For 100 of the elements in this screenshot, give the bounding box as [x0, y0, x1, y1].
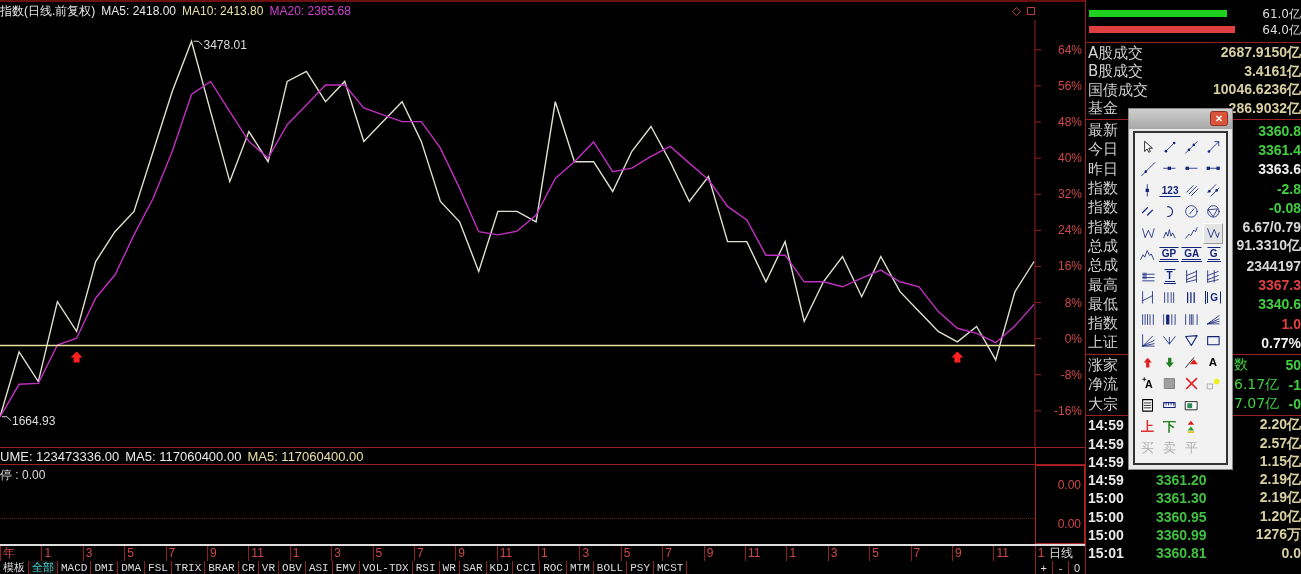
- drawing-tool-button[interactable]: GP: [1158, 247, 1180, 263]
- v-zigzag-icon: [1205, 227, 1221, 240]
- long-line-icon: [1139, 160, 1157, 177]
- row-label: 最高: [1087, 275, 1118, 295]
- tick-price: 3360.81: [1156, 545, 1208, 562]
- w-wave-icon: [1140, 227, 1156, 240]
- indicator-tab[interactable]: MTM: [567, 561, 594, 574]
- row-value: 10046.6236亿: [1213, 81, 1301, 100]
- drawing-tool-button[interactable]: G: [1206, 247, 1221, 263]
- row-label: 基金: [1087, 99, 1118, 119]
- dash-lines-icon: [1141, 206, 1155, 218]
- row-label: 国债成交: [1087, 80, 1148, 100]
- volume-value: MA5: 117060400.00: [247, 448, 364, 464]
- month-label: 9: [952, 546, 994, 561]
- tick-volume: 1.15亿: [1258, 452, 1301, 471]
- zoom-button[interactable]: +: [1035, 561, 1052, 574]
- row-value: 6.17亿: [1234, 375, 1281, 394]
- row-value: 数: [1234, 356, 1249, 375]
- tick-volume: 2.57亿: [1258, 434, 1301, 453]
- month-label: 11: [993, 546, 1035, 561]
- row-value: -2.8: [1276, 180, 1301, 197]
- month-label: 1: [786, 546, 828, 561]
- indicator-tab[interactable]: OBV: [279, 561, 306, 574]
- tick-time: 15:00: [1087, 527, 1124, 543]
- indicator-tab[interactable]: MCST: [654, 561, 688, 574]
- circle-dial-icon: [1184, 204, 1199, 220]
- parallel-lines-icon: [1185, 183, 1201, 197]
- drawing-tool-button[interactable]: G: [1205, 291, 1221, 305]
- axis-label: 48%: [1057, 115, 1082, 129]
- indicator-tab[interactable]: 模板: [0, 561, 29, 574]
- rectangle-icon: [1205, 335, 1221, 347]
- row-label: 最新: [1087, 121, 1118, 141]
- close-icon[interactable]: [1210, 111, 1228, 127]
- zoom-button[interactable]: -: [1051, 561, 1069, 574]
- axis-label: 32%: [1057, 187, 1082, 202]
- axis-label: 8%: [1064, 295, 1082, 310]
- axis-label: 0.00: [1057, 478, 1081, 493]
- leader-line: [193, 40, 203, 46]
- row-label: 涨家: [1087, 355, 1118, 375]
- drawing-tool-button[interactable]: T: [1163, 268, 1176, 284]
- tick-volume: 2.20亿: [1258, 416, 1301, 435]
- row-value: -1: [1288, 376, 1301, 393]
- square-icon[interactable]: [1027, 7, 1035, 15]
- row-value: 50: [1285, 357, 1301, 374]
- indicator-value: MA5: 2418.00: [101, 4, 177, 18]
- price-label: 3478.01: [203, 38, 247, 53]
- arrow-line-icon: [1205, 140, 1221, 155]
- tick-price: 3361.20: [1156, 472, 1208, 489]
- row-value: 6.67/0.79: [1242, 219, 1301, 236]
- down-arrow-icon: [1163, 355, 1176, 369]
- indicator-tab[interactable]: MACD: [58, 561, 92, 574]
- line-icon: [1184, 139, 1199, 155]
- circle-polygon-icon: [1205, 204, 1221, 220]
- leader-line: [1, 416, 12, 422]
- drawing-tool-button[interactable]: 下: [1159, 416, 1180, 438]
- month-label: 9: [703, 546, 746, 561]
- tick-time: 14:59: [1087, 453, 1124, 470]
- row-label: 上证: [1087, 333, 1118, 353]
- filled-square-icon: [1163, 377, 1177, 391]
- month-label: 11: [745, 546, 787, 561]
- up-arrow-marker: [951, 351, 964, 363]
- axis-label: -16%: [1054, 403, 1082, 418]
- indicator-tab[interactable]: 全部: [29, 561, 58, 574]
- row-value: 2687.9150亿: [1220, 44, 1301, 63]
- indicator-tab[interactable]: CCI: [513, 561, 541, 574]
- tick-time: 15:00: [1087, 490, 1124, 507]
- row-value: 7.07亿: [1234, 395, 1281, 414]
- row-value: 3.4161亿: [1244, 62, 1301, 81]
- cursor-icon: [1142, 140, 1154, 155]
- indicator-label: 停 : 0.00: [0, 468, 46, 482]
- note-page-icon: [1141, 397, 1155, 413]
- segment-icon: [1162, 140, 1177, 155]
- diamond-icon[interactable]: [1012, 6, 1021, 16]
- cross-mark-icon: [1184, 377, 1198, 391]
- up-arrow-marker: [70, 351, 83, 363]
- row-value: 3340.6: [1258, 296, 1301, 313]
- row-label: 指数: [1087, 198, 1118, 218]
- fan-corner-icon: [1140, 333, 1156, 349]
- drawing-tool-button[interactable]: [1203, 222, 1223, 244]
- bold-bars-icon: [1162, 312, 1177, 326]
- axis-label: 24%: [1057, 223, 1082, 238]
- price-label: 1664.93: [12, 413, 56, 428]
- triangle-icon: [1184, 334, 1199, 348]
- line-arrow-icon: [1183, 355, 1200, 369]
- row-value: 2344197: [1246, 257, 1301, 274]
- drawing-tool-button[interactable]: GA: [1181, 247, 1203, 263]
- row-label: 指数: [1087, 314, 1118, 334]
- drawing-tool-button[interactable]: 123: [1158, 183, 1182, 197]
- tick-time: 14:59: [1087, 435, 1124, 452]
- row-label: 今日: [1087, 140, 1118, 160]
- four-bars-icon: [1163, 291, 1176, 305]
- mixed-bars-icon: [1184, 312, 1199, 326]
- row-label: A股成交: [1087, 43, 1144, 63]
- cross-hatch-box-icon: [1206, 268, 1221, 284]
- row-label: 昨日: [1087, 159, 1118, 179]
- drawing-tool-button[interactable]: 上: [1138, 416, 1158, 438]
- zoom-button[interactable]: 0: [1068, 561, 1085, 574]
- axis-label: 0%: [1064, 331, 1082, 346]
- indicator-value: MA10: 2413.80: [182, 4, 264, 18]
- indicator-tab[interactable]: VOL-TDX: [359, 561, 413, 574]
